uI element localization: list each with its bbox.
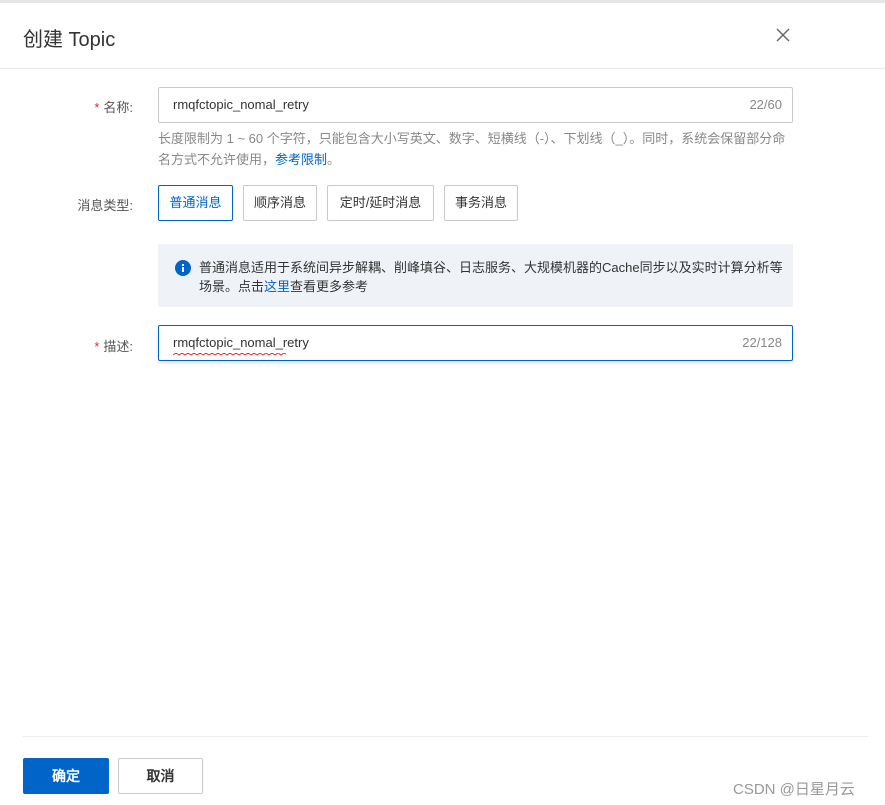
- name-char-counter: 22/60: [749, 97, 782, 112]
- dialog-header: 创建 Topic: [0, 3, 885, 69]
- notice-here-link[interactable]: 这里: [264, 279, 290, 294]
- name-input[interactable]: rmqfctopic_nomal_retry 22/60: [158, 87, 793, 123]
- info-icon: [175, 260, 191, 276]
- message-type-label: 消息类型:: [77, 198, 133, 213]
- footer-divider: [23, 736, 868, 737]
- close-icon[interactable]: [773, 25, 793, 45]
- confirm-button[interactable]: 确定: [23, 758, 109, 794]
- watermark: CSDN @日星月云: [733, 781, 855, 798]
- required-mark: *: [94, 339, 100, 354]
- description-label: * 描述:: [94, 339, 133, 354]
- notice-text: 普通消息适用于系统间异步解耦、削峰填谷、日志服务、大规模机器的Cache同步以及…: [199, 260, 783, 294]
- description-char-counter: 22/128: [742, 335, 782, 350]
- name-input-value: rmqfctopic_nomal_retry: [173, 97, 309, 112]
- reference-limit-link[interactable]: 参考限制: [275, 152, 327, 167]
- name-label: * 名称:: [94, 100, 133, 115]
- type-option-normal[interactable]: 普通消息: [158, 185, 233, 221]
- description-input[interactable]: rmqfctopic_nomal_retry 22/128: [158, 325, 793, 361]
- description-input-value: rmqfctopic_nomal_retry: [173, 335, 309, 350]
- required-mark: *: [94, 100, 100, 115]
- spellcheck-underline: [173, 353, 286, 356]
- name-help-text: 长度限制为 1 ~ 60 个字符，只能包含大小写英文、数字、短横线（-）、下划线…: [158, 131, 786, 167]
- type-option-transaction[interactable]: 事务消息: [444, 185, 518, 221]
- type-option-ordered[interactable]: 顺序消息: [243, 185, 317, 221]
- dialog-title: 创建 Topic: [23, 29, 116, 51]
- type-option-scheduled[interactable]: 定时/延时消息: [327, 185, 434, 221]
- cancel-button[interactable]: 取消: [118, 758, 203, 794]
- info-notice: 普通消息适用于系统间异步解耦、削峰填谷、日志服务、大规模机器的Cache同步以及…: [158, 244, 793, 307]
